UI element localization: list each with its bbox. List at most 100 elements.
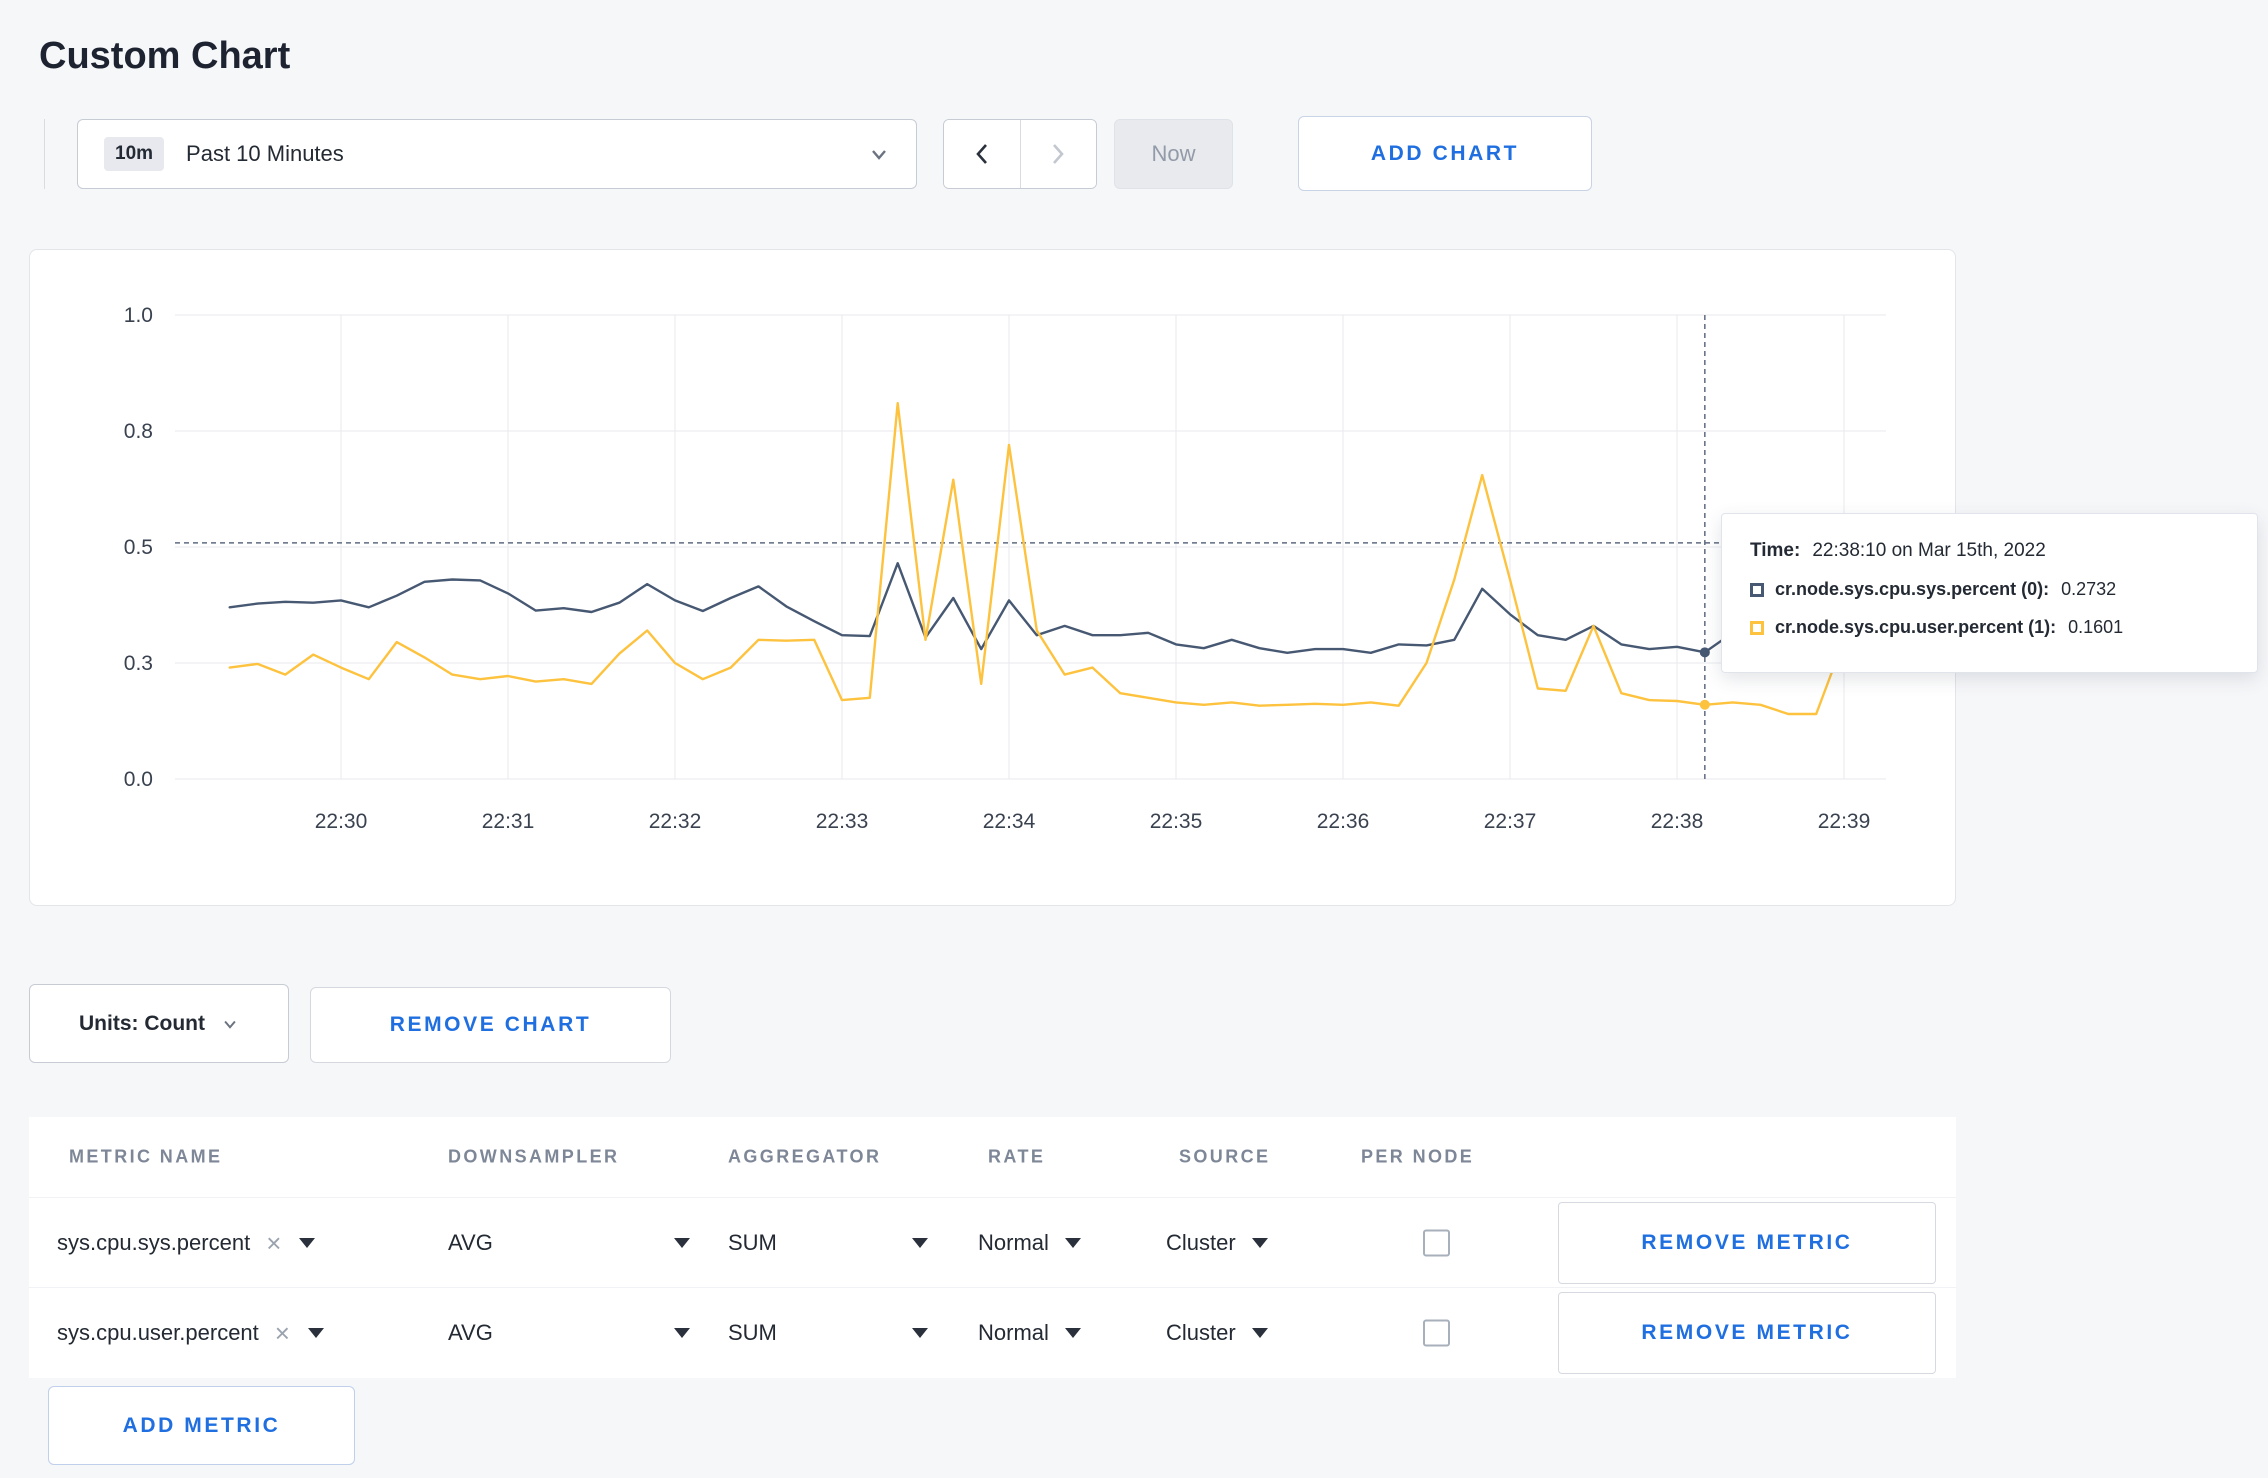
svg-text:22:35: 22:35 — [1150, 810, 1203, 833]
add-metric-button[interactable]: ADD METRIC — [48, 1386, 355, 1465]
tooltip-time-row: Time: 22:38:10 on Mar 15th, 2022 — [1750, 540, 2229, 562]
rate-select[interactable]: Normal — [978, 1230, 1081, 1256]
chevron-down-icon — [1064, 1327, 1081, 1338]
chevron-down-icon — [1251, 1237, 1268, 1248]
chevron-down-icon — [299, 1237, 316, 1248]
header-rate: RATE — [988, 1146, 1046, 1167]
per-node-checkbox[interactable] — [1423, 1229, 1450, 1256]
header-per-node: PER NODE — [1361, 1146, 1475, 1167]
toolbar-divider — [44, 119, 45, 189]
now-button[interactable]: Now — [1114, 119, 1233, 189]
remove-chart-button[interactable]: REMOVE CHART — [310, 987, 671, 1063]
svg-text:22:38: 22:38 — [1651, 810, 1704, 833]
source-select[interactable]: Cluster — [1166, 1320, 1268, 1346]
time-series-chart[interactable]: 0.0 0.3 0.5 0.8 1.0 22:30 22:31 22:32 22:33 22:34… — [30, 250, 1957, 907]
source-select[interactable]: Cluster — [1166, 1230, 1268, 1256]
tooltip-series-row: cr.node.sys.cpu.sys.percent (0): 0.2732 — [1750, 579, 2229, 600]
time-nav-group — [943, 119, 1097, 189]
aggregator-value: SUM — [728, 1229, 777, 1255]
svg-text:22:33: 22:33 — [816, 810, 869, 833]
chevron-down-icon — [307, 1327, 324, 1338]
tooltip-time-label: Time: — [1750, 540, 1801, 561]
downsampler-value: AVG — [448, 1229, 493, 1255]
table-row: sys.cpu.user.percent × AVG SUM Normal Cl… — [29, 1287, 1956, 1377]
downsampler-select[interactable]: AVG — [448, 1230, 690, 1256]
metric-name-value: sys.cpu.user.percent — [57, 1319, 259, 1345]
rate-select[interactable]: Normal — [978, 1320, 1081, 1346]
aggregator-select[interactable]: SUM — [728, 1230, 928, 1256]
remove-metric-button[interactable]: REMOVE METRIC — [1558, 1201, 1936, 1284]
remove-metric-button[interactable]: REMOVE METRIC — [1558, 1291, 1936, 1374]
metrics-table: METRIC NAME DOWNSAMPLER AGGREGATOR RATE … — [29, 1117, 1956, 1378]
units-label: Units: Count — [79, 1011, 205, 1035]
chevron-left-icon — [976, 144, 987, 164]
clear-metric-icon[interactable]: × — [266, 1230, 281, 1256]
chevron-down-icon — [674, 1237, 690, 1248]
svg-text:22:31: 22:31 — [482, 810, 535, 833]
table-header-row: METRIC NAME DOWNSAMPLER AGGREGATOR RATE … — [29, 1117, 1956, 1197]
tooltip-series-name: cr.node.sys.cpu.sys.percent (0): — [1775, 579, 2050, 599]
svg-text:22:34: 22:34 — [983, 810, 1036, 833]
header-downsampler: DOWNSAMPLER — [448, 1146, 620, 1167]
chevron-down-icon — [1064, 1237, 1081, 1248]
tooltip-time-value: 22:38:10 on Mar 15th, 2022 — [1812, 540, 2046, 561]
metric-name-value: sys.cpu.sys.percent — [57, 1229, 251, 1255]
svg-text:0.5: 0.5 — [124, 536, 153, 559]
chart-tooltip: Time: 22:38:10 on Mar 15th, 2022 cr.node… — [1721, 513, 2258, 673]
per-node-checkbox[interactable] — [1423, 1319, 1450, 1346]
time-back-button[interactable] — [944, 120, 1020, 188]
time-range-selector[interactable]: 10m Past 10 Minutes — [77, 119, 917, 189]
rate-value: Normal — [978, 1229, 1049, 1255]
chevron-right-icon — [1053, 144, 1064, 164]
tooltip-series-name: cr.node.sys.cpu.user.percent (1): — [1775, 617, 2057, 637]
time-range-badge: 10m — [104, 137, 165, 171]
svg-text:0.0: 0.0 — [124, 768, 153, 791]
header-aggregator: AGGREGATOR — [728, 1146, 882, 1167]
add-chart-label: ADD CHART — [1370, 141, 1520, 165]
remove-metric-label: REMOVE METRIC — [1641, 1320, 1853, 1344]
series-sys-swatch-icon — [1750, 582, 1764, 597]
table-row: sys.cpu.sys.percent × AVG SUM Normal Clu… — [29, 1197, 1956, 1287]
tooltip-series-value: 0.2732 — [2061, 579, 2117, 599]
time-forward-button[interactable] — [1019, 120, 1096, 188]
chevron-down-icon — [912, 1237, 928, 1248]
per-node-cell — [1423, 1319, 1450, 1346]
svg-text:22:30: 22:30 — [315, 810, 368, 833]
chevron-down-icon — [872, 150, 886, 160]
add-chart-button[interactable]: ADD CHART — [1298, 116, 1592, 191]
header-source: SOURCE — [1179, 1146, 1271, 1167]
units-selector[interactable]: Units: Count — [29, 984, 289, 1063]
chevron-down-icon — [1251, 1327, 1268, 1338]
series-user-swatch-icon — [1750, 620, 1764, 635]
chevron-down-icon — [912, 1327, 928, 1338]
remove-chart-label: REMOVE CHART — [389, 1013, 592, 1036]
svg-text:22:39: 22:39 — [1818, 810, 1871, 833]
chart-card: 0.0 0.3 0.5 0.8 1.0 22:30 22:31 22:32 22:33 22:34… — [29, 249, 1956, 906]
metric-name-select[interactable]: sys.cpu.user.percent × — [57, 1320, 324, 1346]
tooltip-series-value: 0.1601 — [2068, 617, 2124, 637]
source-value: Cluster — [1166, 1229, 1236, 1255]
rate-value: Normal — [978, 1319, 1049, 1345]
add-metric-label: ADD METRIC — [122, 1413, 281, 1437]
svg-text:22:36: 22:36 — [1317, 810, 1370, 833]
svg-text:0.8: 0.8 — [124, 420, 153, 443]
time-range-label: Past 10 Minutes — [186, 141, 344, 166]
chevron-down-icon — [224, 1020, 236, 1029]
chevron-down-icon — [674, 1327, 690, 1338]
svg-text:1.0: 1.0 — [124, 304, 153, 327]
downsampler-select[interactable]: AVG — [448, 1320, 690, 1346]
remove-metric-label: REMOVE METRIC — [1641, 1230, 1853, 1254]
header-metric-name: METRIC NAME — [69, 1146, 223, 1167]
metric-name-select[interactable]: sys.cpu.sys.percent × — [57, 1229, 316, 1256]
svg-text:22:32: 22:32 — [649, 810, 702, 833]
aggregator-value: SUM — [728, 1319, 777, 1345]
svg-text:22:37: 22:37 — [1484, 810, 1537, 833]
per-node-cell — [1423, 1229, 1450, 1256]
page-title: Custom Chart — [39, 35, 291, 78]
clear-metric-icon[interactable]: × — [275, 1320, 290, 1346]
downsampler-value: AVG — [448, 1319, 493, 1345]
svg-text:0.3: 0.3 — [124, 652, 153, 675]
aggregator-select[interactable]: SUM — [728, 1320, 928, 1346]
source-value: Cluster — [1166, 1319, 1236, 1345]
tooltip-series-row: cr.node.sys.cpu.user.percent (1): 0.1601 — [1750, 617, 2229, 638]
